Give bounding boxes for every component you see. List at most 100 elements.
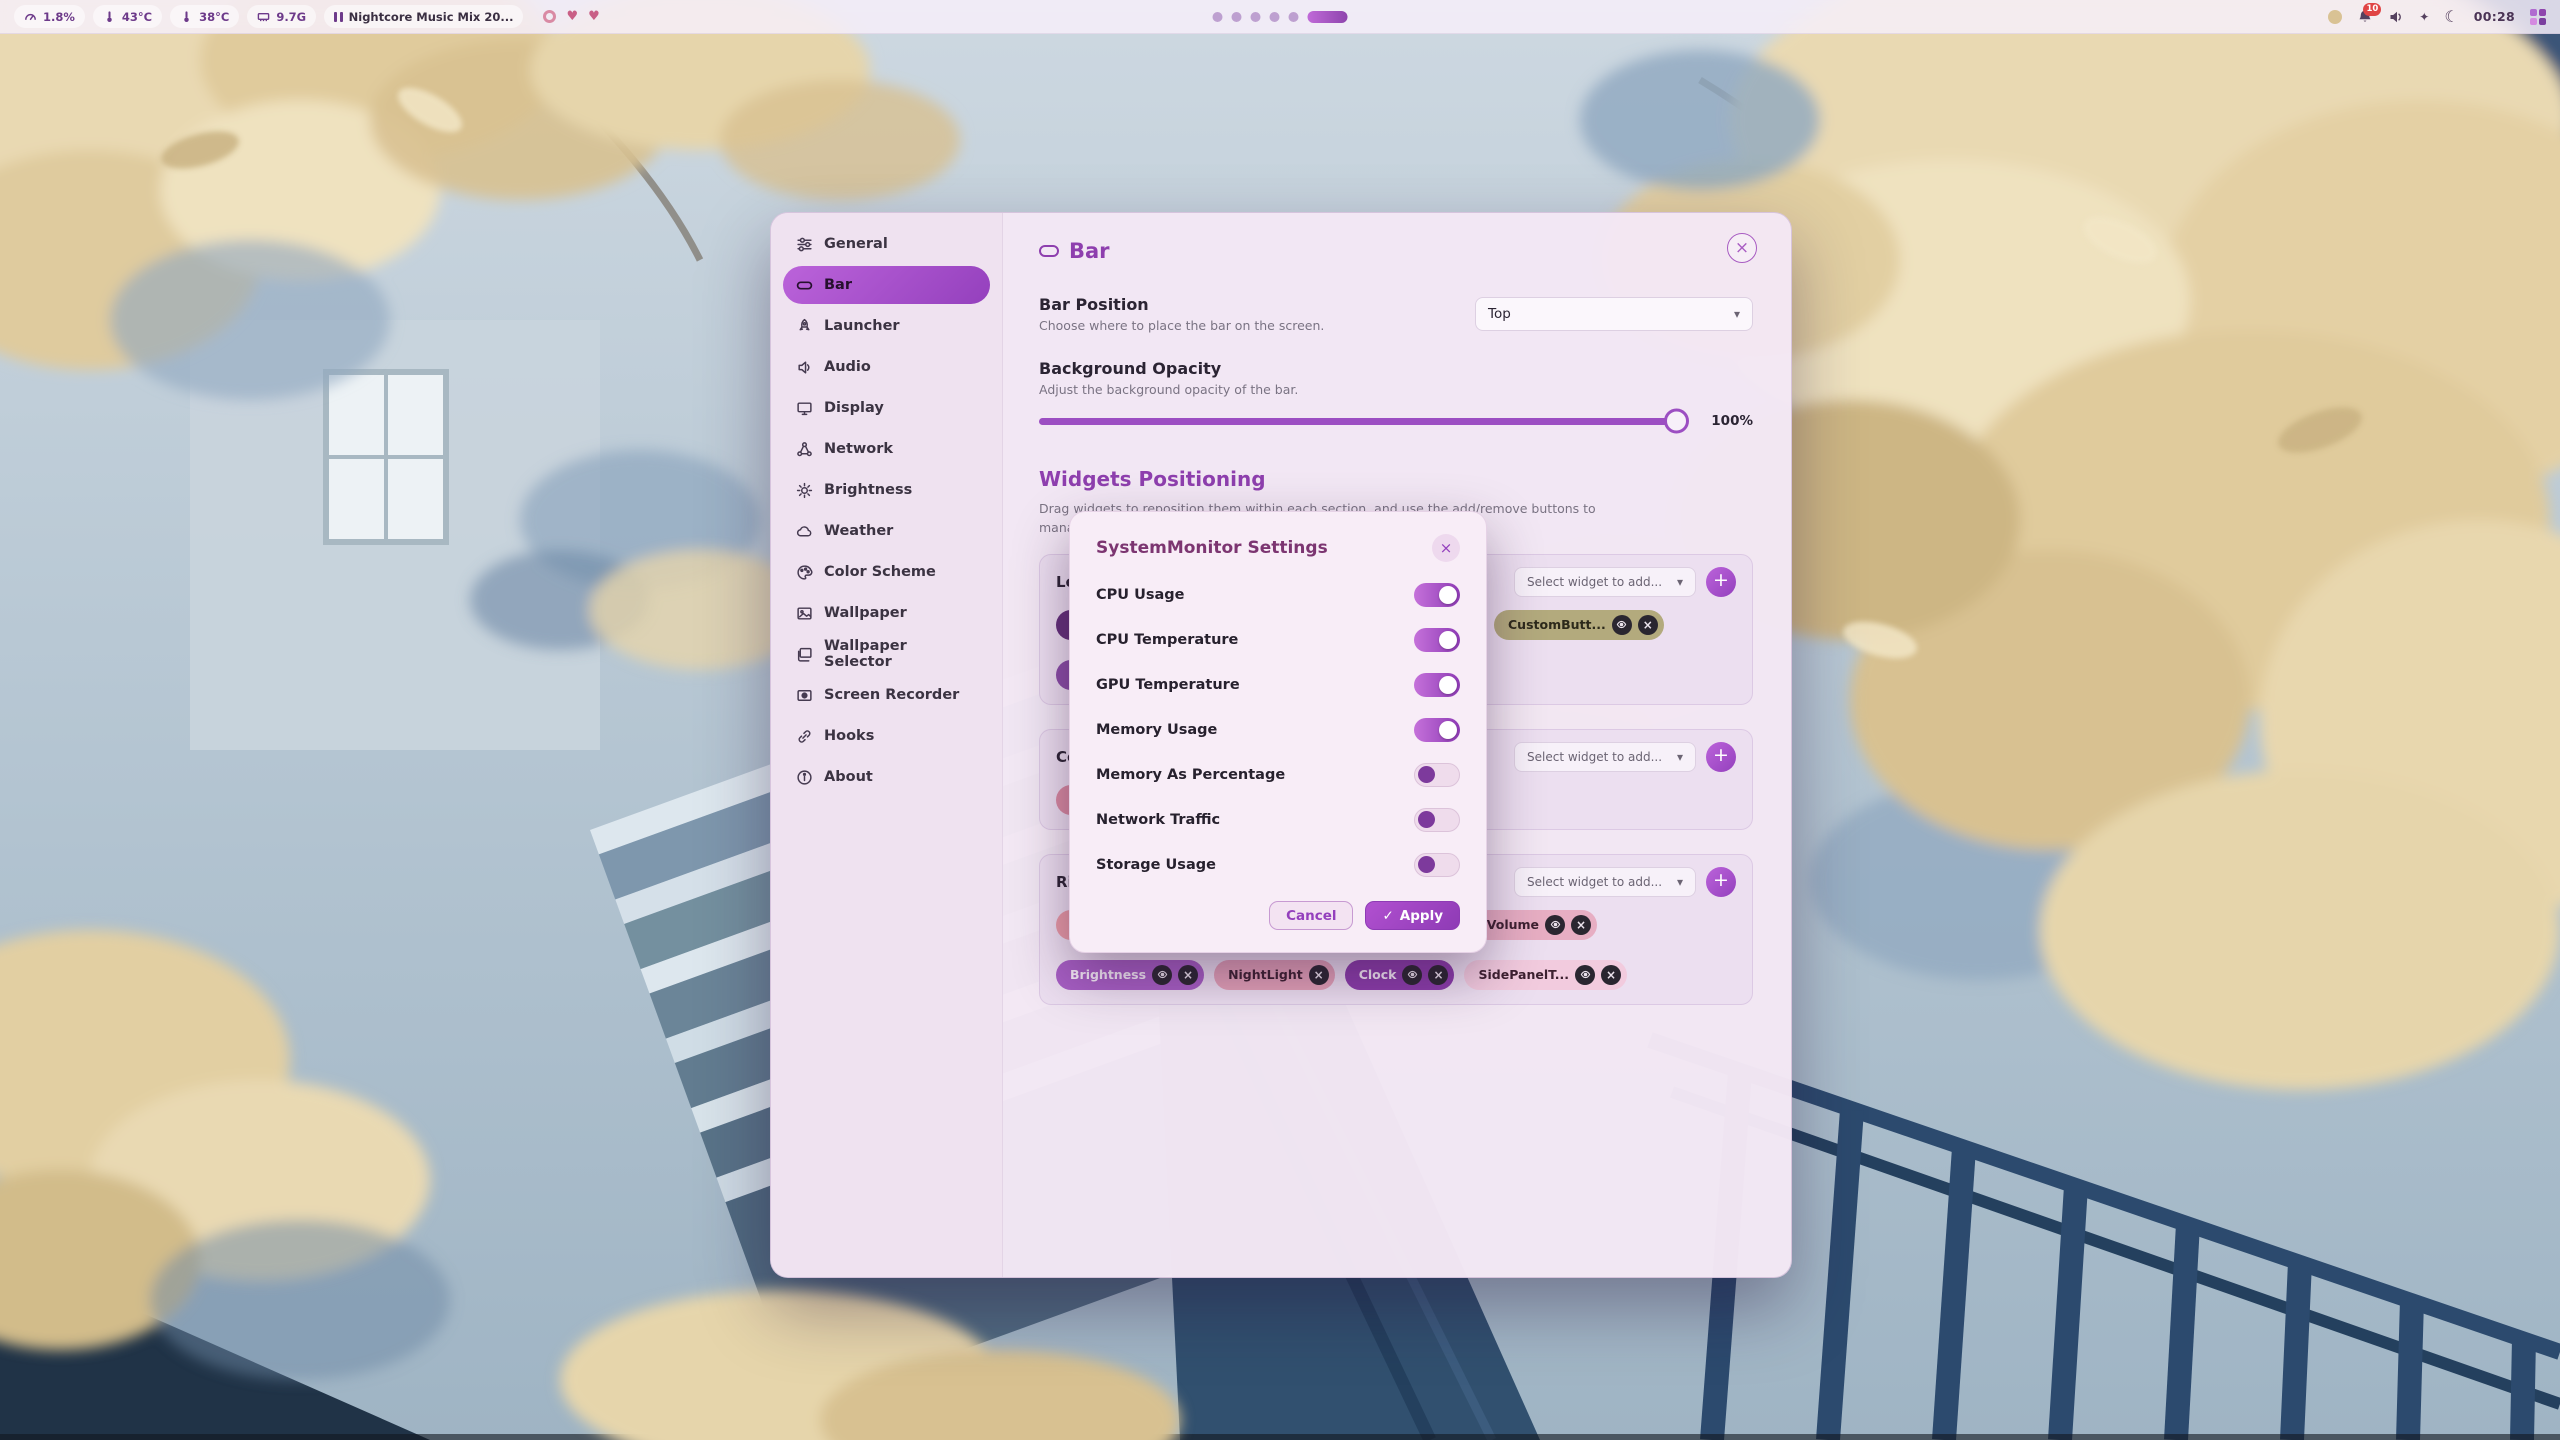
memory-icon [257, 10, 270, 23]
visibility-eye-icon[interactable] [1152, 965, 1172, 985]
sun-icon [796, 482, 813, 499]
cpu-temp-value: 43°C [122, 10, 152, 24]
add-widget-button[interactable]: + [1706, 567, 1736, 597]
sidebar-item-color-scheme[interactable]: Color Scheme [783, 553, 990, 591]
color-swatch-icon[interactable] [2328, 10, 2342, 24]
window-close-button[interactable]: × [1727, 233, 1757, 263]
sidebar-item-hooks[interactable]: Hooks [783, 717, 990, 755]
clock[interactable]: 00:28 [2474, 9, 2515, 24]
workspace-dot[interactable] [1289, 12, 1299, 22]
systemmonitor-settings-dialog: SystemMonitor Settings × CPU Usage CPU T… [1069, 511, 1487, 953]
dialog-title: SystemMonitor Settings [1096, 538, 1328, 558]
widget-chip-sidepanel[interactable]: SidePanelT... × [1464, 960, 1627, 990]
dialog-close-button[interactable]: × [1432, 534, 1460, 562]
add-widget-dropdown[interactable]: Select widget to add... ▾ [1514, 567, 1696, 597]
sidebar-item-network[interactable]: Network [783, 430, 990, 468]
sidebar-item-wallpaper-selector[interactable]: Wallpaper Selector [783, 635, 990, 673]
sidebar-item-audio[interactable]: Audio [783, 348, 990, 386]
visibility-eye-icon[interactable] [1575, 965, 1595, 985]
sidebar-label: Display [824, 400, 884, 416]
memory-module[interactable]: 9.7G [247, 5, 316, 28]
remove-icon[interactable]: × [1571, 915, 1591, 935]
volume-button[interactable] [2388, 9, 2404, 25]
workspace-dot[interactable] [1270, 12, 1280, 22]
sidebar-item-display[interactable]: Display [783, 389, 990, 427]
remove-icon[interactable]: × [1428, 965, 1448, 985]
storage-usage-toggle[interactable] [1414, 853, 1460, 877]
widget-chip-volume[interactable]: Volume × [1473, 910, 1597, 940]
cpu-temp-module[interactable]: 43°C [93, 5, 162, 28]
workspace-dot[interactable] [1213, 12, 1223, 22]
gpu-temp-value: 38°C [199, 10, 229, 24]
settings-sidebar: General Bar Launcher Audio Display Netwo… [771, 213, 1003, 1277]
widget-chip-clock[interactable]: Clock × [1345, 960, 1455, 990]
sidebar-label: Launcher [824, 318, 900, 334]
background-opacity-setting: Background Opacity Adjust the background… [1039, 359, 1753, 429]
gpu-temperature-toggle[interactable] [1414, 673, 1460, 697]
gpu-temp-module[interactable]: 38°C [170, 5, 239, 28]
sidebar-item-brightness[interactable]: Brightness [783, 471, 990, 509]
visibility-eye-icon[interactable] [1545, 915, 1565, 935]
memory-usage-toggle[interactable] [1414, 718, 1460, 742]
heart-icon[interactable]: ♥ [566, 10, 578, 23]
media-module[interactable]: Nightcore Music Mix 20... [324, 5, 523, 28]
sidebar-label: Hooks [824, 728, 874, 744]
sidebar-item-bar[interactable]: Bar [783, 266, 990, 304]
close-icon: × [1440, 539, 1453, 557]
media-title: Nightcore Music Mix 20... [349, 10, 514, 24]
workspace-dot[interactable] [1232, 12, 1242, 22]
close-icon: × [1735, 238, 1749, 258]
link-icon [796, 728, 813, 745]
widget-chip-nightlight[interactable]: NightLight × [1214, 960, 1335, 990]
apply-button[interactable]: ✓Apply [1365, 901, 1460, 930]
page-header: Bar [1039, 239, 1753, 263]
sidebar-label: Audio [824, 359, 871, 375]
opacity-slider-knob[interactable] [1664, 409, 1689, 434]
remove-icon[interactable]: × [1309, 965, 1329, 985]
cpu-usage-toggle[interactable] [1414, 583, 1460, 607]
add-widget-button[interactable]: + [1706, 867, 1736, 897]
cpu-usage-module[interactable]: 1.8% [14, 5, 85, 28]
visibility-eye-icon[interactable] [1612, 615, 1632, 635]
monitor-icon [796, 400, 813, 417]
dropdown-value: Top [1488, 306, 1511, 322]
bar-position-dropdown[interactable]: Top ▾ [1475, 297, 1753, 331]
sidebar-item-general[interactable]: General [783, 225, 990, 263]
cancel-button[interactable]: Cancel [1269, 901, 1353, 930]
add-widget-dropdown[interactable]: Select widget to add... ▾ [1514, 742, 1696, 772]
sidebar-label: Wallpaper [824, 605, 907, 621]
add-widget-button[interactable]: + [1706, 742, 1736, 772]
sidebar-item-screen-recorder[interactable]: Screen Recorder [783, 676, 990, 714]
bar-left-modules: 1.8% 43°C 38°C 9.7G Nightcore Music Mix … [14, 5, 600, 28]
cloud-icon [796, 523, 813, 540]
remove-icon[interactable]: × [1601, 965, 1621, 985]
workspace-dot[interactable] [1251, 12, 1261, 22]
notifications-button[interactable]: 10 [2357, 9, 2373, 25]
cpu-temperature-toggle[interactable] [1414, 628, 1460, 652]
widget-chip-brightness[interactable]: Brightness × [1056, 960, 1204, 990]
sidebar-item-launcher[interactable]: Launcher [783, 307, 990, 345]
opacity-slider[interactable] [1039, 418, 1685, 425]
workspace-active[interactable] [1308, 11, 1348, 23]
thermometer-icon [103, 10, 116, 23]
disc-icon[interactable] [543, 10, 556, 23]
remove-icon[interactable]: × [1638, 615, 1658, 635]
cpu-usage-value: 1.8% [43, 10, 75, 24]
moon-icon[interactable]: ☾ [2444, 7, 2458, 26]
widget-chip-custombutton[interactable]: CustomButt... × [1494, 610, 1664, 640]
sidebar-item-wallpaper[interactable]: Wallpaper [783, 594, 990, 632]
remove-icon[interactable]: × [1178, 965, 1198, 985]
bar-position-setting: Bar Position Choose where to place the b… [1039, 295, 1753, 333]
memory-as-percentage-toggle[interactable] [1414, 763, 1460, 787]
sidebar-item-about[interactable]: About [783, 758, 990, 796]
network-traffic-toggle[interactable] [1414, 808, 1460, 832]
add-widget-dropdown[interactable]: Select widget to add... ▾ [1514, 867, 1696, 897]
sparkle-icon[interactable]: ✦ [2419, 10, 2429, 24]
toggle-row-memory-as-percentage: Memory As Percentage [1096, 752, 1460, 797]
app-grid-icon[interactable] [2530, 9, 2546, 25]
heart-icon[interactable]: ♥ [588, 10, 600, 23]
page-title: Bar [1069, 239, 1110, 263]
visibility-eye-icon[interactable] [1402, 965, 1422, 985]
sidebar-label: Wallpaper Selector [824, 638, 977, 670]
sidebar-item-weather[interactable]: Weather [783, 512, 990, 550]
